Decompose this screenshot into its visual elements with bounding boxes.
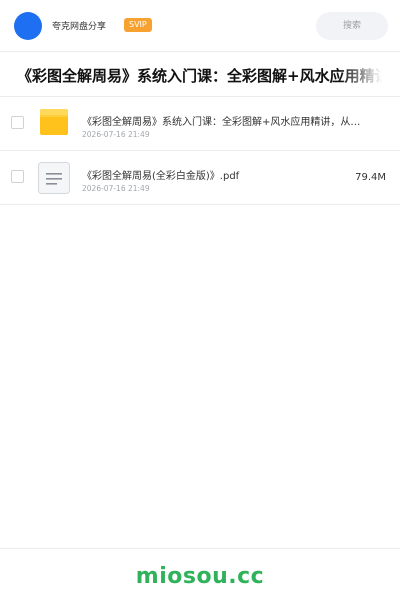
file-date: 2026-07-16 21:49: [82, 184, 150, 193]
app-name: 夸克网盘分享: [52, 22, 107, 32]
svip-badge: SVIP: [124, 18, 152, 32]
select-checkbox[interactable]: [11, 170, 24, 183]
header: 夸克网盘分享 SVIP: [0, 0, 400, 52]
brand-watermark: miosou.cc: [135, 564, 265, 589]
title-bar: 《彩图全解周易》系统入门课：全彩图解+风水应用精讲，从易经基础到实践，读懂古人的…: [0, 52, 400, 97]
file-row-document[interactable]: 《彩图全解周易(全彩白金版)》.pdf 2026-07-16 21:49 79.…: [0, 151, 400, 205]
document-icon: [38, 162, 70, 194]
file-row-folder[interactable]: 《彩图全解周易》系统入门课：全彩图解+风水应用精讲，从易经基础到实践 2026-…: [0, 97, 400, 151]
file-date: 2026-07-16 21:49: [82, 130, 150, 139]
select-checkbox[interactable]: [11, 116, 24, 129]
file-name[interactable]: 《彩图全解周易》系统入门课：全彩图解+风水应用精讲，从易经基础到实践: [82, 113, 364, 128]
footer: miosou.cc: [0, 548, 400, 600]
folder-icon: [40, 109, 68, 135]
share-page: 夸克网盘分享 SVIP 《彩图全解周易》系统入门课：全彩图解+风水应用精讲，从易…: [0, 0, 400, 600]
file-list: 《彩图全解周易》系统入门课：全彩图解+风水应用精讲，从易经基础到实践 2026-…: [0, 97, 400, 205]
file-size: 79.4M: [355, 172, 386, 183]
title-fade-overlay: [340, 52, 400, 96]
file-name[interactable]: 《彩图全解周易(全彩白金版)》.pdf: [82, 167, 364, 182]
search-input[interactable]: [316, 12, 388, 40]
user-avatar[interactable]: [14, 12, 42, 40]
